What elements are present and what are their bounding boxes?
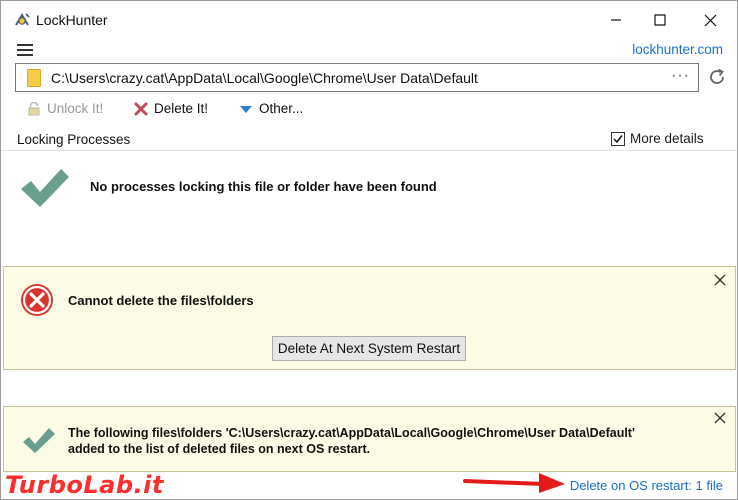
close-icon [704,14,716,26]
other-button[interactable]: Other... [239,101,303,116]
lockhunter-window: LockHunter lockhunter.com C:\Users\crazy… [0,0,738,500]
minimize-button[interactable] [593,1,639,39]
error-panel: Cannot delete the files\folders Delete A… [3,266,736,370]
unlock-button[interactable]: Unlock It! [27,101,103,116]
success-panel: The following files\folders 'C:\Users\cr… [3,406,736,472]
folder-icon [27,69,41,87]
other-label: Other... [259,101,304,116]
maximize-button[interactable] [637,1,683,39]
lock-icon [27,101,41,116]
close-icon[interactable] [713,411,727,425]
success-message-line2: added to the list of deleted files on ne… [68,442,371,456]
delete-on-restart-link[interactable]: Delete on OS restart: 1 file [570,478,723,493]
maximize-icon [654,14,666,26]
triangle-down-icon [239,102,253,116]
title-bar: LockHunter [1,1,737,39]
checkmark-icon [21,169,69,207]
error-message: Cannot delete the files\folders [68,293,254,308]
divider [1,150,737,151]
path-field[interactable]: C:\Users\crazy.cat\AppData\Local\Google\… [15,63,699,92]
unlock-label: Unlock It! [47,101,104,116]
red-arrow-annotation [463,473,565,493]
minimize-icon [611,19,621,21]
close-icon[interactable] [713,273,727,287]
delete-x-icon [134,102,148,116]
website-link[interactable]: lockhunter.com [632,42,723,57]
locking-processes-label: Locking Processes [17,132,131,147]
error-x-icon [21,284,53,316]
toolbar: Unlock It! Delete It! Other... [1,97,737,123]
browse-button[interactable]: ··· [671,67,690,85]
success-message-line1: The following files\folders 'C:\Users\cr… [68,426,635,440]
checkbox[interactable] [611,131,625,146]
delete-at-restart-button[interactable]: Delete At Next System Restart [272,336,466,361]
more-details-checkbox[interactable]: More details [611,131,704,146]
path-value: C:\Users\crazy.cat\AppData\Local\Google\… [51,70,478,86]
window-title: LockHunter [36,12,108,28]
success-message: The following files\folders 'C:\Users\cr… [68,425,635,457]
close-window-button[interactable] [687,1,733,39]
refresh-icon[interactable] [707,67,727,87]
delete-button[interactable]: Delete It! [134,101,208,116]
delete-label: Delete It! [154,101,209,116]
lockhunter-icon [15,13,30,26]
watermark-logo: TurboLab.it [5,471,164,499]
more-details-label: More details [630,131,704,146]
checkmark-icon [23,428,55,453]
no-processes-message: No processes locking this file or folder… [90,179,437,194]
hamburger-menu-icon[interactable] [17,44,33,57]
